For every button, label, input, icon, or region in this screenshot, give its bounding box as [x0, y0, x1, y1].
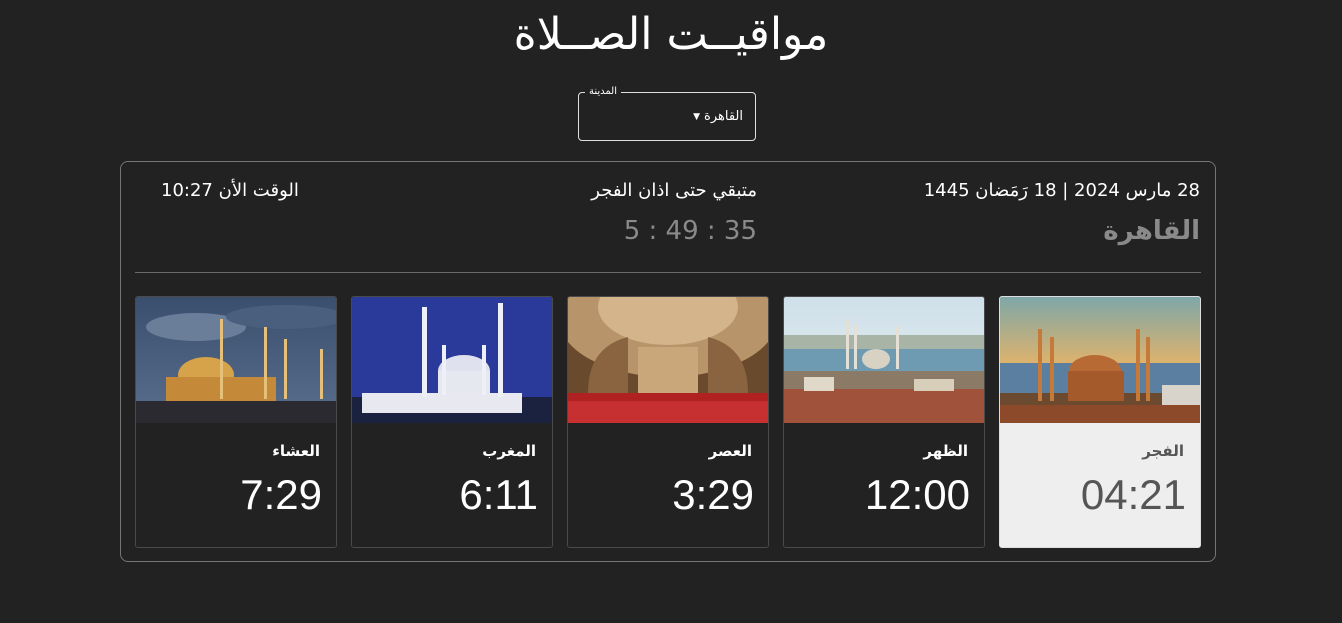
- remaining-label: متبقي حتى اذان الفجر: [591, 180, 757, 201]
- prayer-time: 12:00: [864, 471, 970, 518]
- prayer-card-dhuhr: الظهر 12:00: [783, 296, 985, 548]
- caret-down-icon: ▼: [693, 112, 701, 122]
- prayer-time: 6:11: [459, 471, 538, 518]
- prayer-card-isha: العشاء 7:29: [135, 296, 337, 548]
- mosque-dusk-image: [136, 297, 336, 423]
- countdown-timer: 5 : 49 : 35: [623, 216, 757, 246]
- prayer-time: 04:21: [1080, 471, 1186, 518]
- prayer-name: الفجر: [1142, 442, 1184, 460]
- page-title: مواقيــت الصــلاة: [513, 9, 829, 60]
- city-skyline-image: [784, 297, 984, 423]
- prayer-name: الظهر: [923, 442, 968, 460]
- prayer-time: 7:29: [240, 471, 322, 518]
- current-time: الوقت الأن 10:27: [161, 180, 299, 201]
- city-select-value: القاهرة: [704, 109, 743, 124]
- prayer-card-asr: العصر 3:29: [567, 296, 769, 548]
- mosque-interior-image: [568, 297, 768, 423]
- prayer-card-maghrib: المغرب 6:11: [351, 296, 553, 548]
- date-display: 28 مارس 2024 | 18 رَمَضان 1445: [923, 180, 1200, 201]
- mosque-night-image: [352, 297, 552, 423]
- prayer-name: المغرب: [482, 442, 536, 460]
- city-select-label: المدينة: [584, 85, 621, 99]
- prayer-name: العصر: [708, 442, 752, 460]
- prayer-list: الفجر 04:21 الظهر 12:00 العصر 3:29 المغر…: [135, 296, 1201, 548]
- prayer-name: العشاء: [272, 442, 320, 460]
- prayer-card-fajr: الفجر 04:21: [999, 296, 1201, 548]
- prayer-times-card: 28 مارس 2024 | 18 رَمَضان 1445 القاهرة م…: [120, 161, 1216, 562]
- mosque-sunset-image: [1000, 297, 1200, 423]
- city-name: القاهرة: [1103, 216, 1200, 246]
- prayer-time: 3:29: [672, 471, 754, 518]
- city-select[interactable]: المدينة القاهرة ▼: [578, 85, 756, 141]
- divider: [135, 272, 1201, 273]
